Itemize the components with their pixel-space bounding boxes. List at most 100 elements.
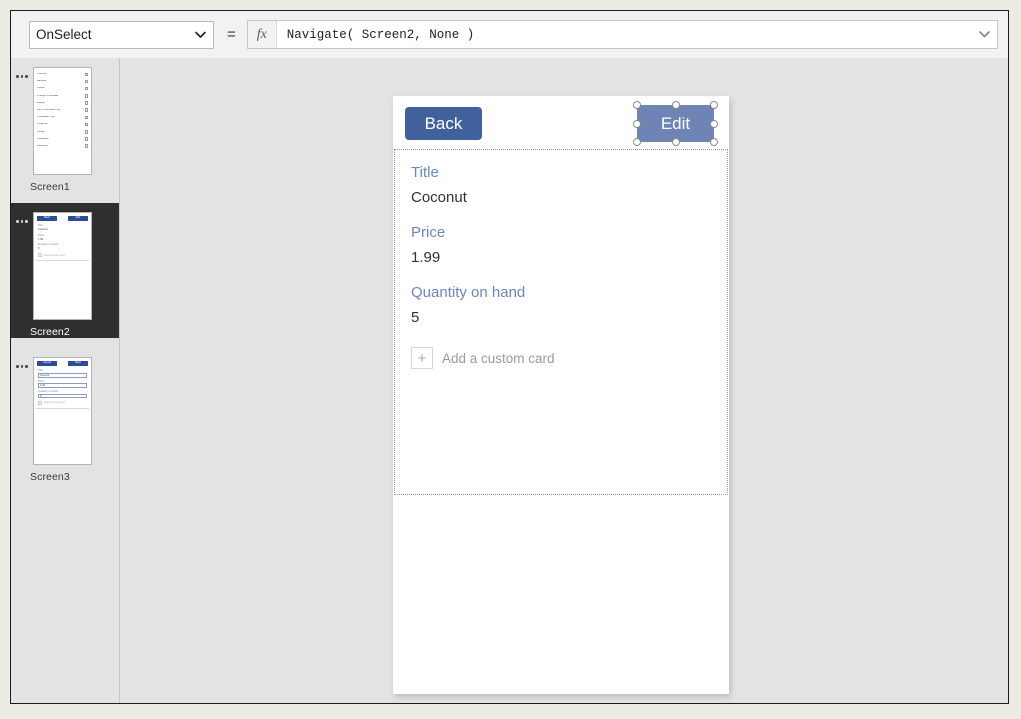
screen-thumbnail-screen3[interactable]: Cancel Save Title Coconut Price 1.99 Qua…: [33, 357, 92, 465]
screen-thumbnail-screen2[interactable]: Back Edit Title Coconut Price 1.99 Quant…: [33, 212, 92, 320]
property-select[interactable]: OnSelect: [29, 21, 214, 49]
back-button[interactable]: Back: [405, 107, 482, 140]
list-item: Mango: [37, 100, 89, 107]
chevron-right-icon: [85, 94, 89, 98]
thumbnail-gallery-list: Coconut Banana Coffee Orange Chocolate M…: [34, 68, 91, 149]
more-options-icon[interactable]: [11, 212, 33, 223]
thumbnail-header: Back Edit: [34, 213, 91, 221]
list-item: Chocolate Chip: [37, 114, 89, 121]
resize-handle-e[interactable]: [710, 120, 718, 128]
chevron-right-icon: [85, 108, 89, 112]
thumbnail-field-input: 5: [38, 394, 87, 399]
thumbnail-field-input: Coconut: [38, 373, 87, 378]
edit-button[interactable]: Edit: [637, 105, 714, 142]
field-label: Price: [411, 222, 711, 245]
chevron-right-icon: [85, 87, 89, 91]
phone-canvas[interactable]: Back Edit Title Coconut: [393, 96, 729, 694]
formula-input[interactable]: Navigate( Screen2, None ): [277, 21, 971, 48]
thumbnail-save-button: Save: [68, 361, 88, 366]
equals-sign: =: [227, 26, 236, 43]
thumbnail-add-card-label: Add a custom card: [44, 254, 65, 257]
screen-tree-item-screen2[interactable]: Back Edit Title Coconut Price 1.99 Quant…: [11, 203, 119, 338]
thumbnail-field-value: 1.99: [38, 238, 87, 242]
thumbnail-field-value: Coconut: [38, 228, 87, 232]
chevron-right-icon: [85, 101, 89, 105]
resize-handle-se[interactable]: [710, 138, 718, 146]
list-item: Banana: [37, 78, 89, 85]
add-custom-card-label: Add a custom card: [442, 351, 555, 366]
screen-label-screen3: Screen3: [30, 471, 119, 483]
list-item: Orange Chocolate: [37, 93, 89, 100]
edit-button-selection: Edit: [637, 105, 714, 142]
field-value: 1.99: [411, 247, 711, 270]
thumbnail-add-custom-card: + Add a custom card: [38, 253, 87, 257]
screen-label-screen2: Screen2: [30, 326, 119, 338]
chevron-right-icon: [85, 80, 89, 84]
screens-panel[interactable]: Coconut Banana Coffee Orange Chocolate M…: [11, 58, 120, 703]
plus-icon: +: [38, 401, 42, 405]
screen-tree-item-screen3[interactable]: Cancel Save Title Coconut Price 1.99 Qua…: [11, 348, 119, 483]
field-label: Title: [411, 162, 711, 185]
power-apps-window: OnSelect = fx Navigate( Screen2, None ): [10, 10, 1009, 704]
property-select-wrapper: OnSelect: [29, 21, 214, 49]
canvas-area[interactable]: Back Edit Title Coconut: [120, 58, 1008, 703]
screen-row: Back Edit Title Coconut Price 1.99 Quant…: [11, 212, 119, 320]
field-value: Coconut: [411, 187, 711, 210]
thumbnail-add-card-label: Add a custom card: [44, 401, 65, 404]
resize-handle-s[interactable]: [672, 138, 680, 146]
list-item: Blueberry: [37, 143, 89, 150]
more-options-icon[interactable]: [11, 357, 33, 368]
formula-expand-chevron-down-icon[interactable]: [971, 21, 997, 48]
thumbnail-field-input: 1.99: [38, 383, 87, 388]
list-item: Pistachio: [37, 121, 89, 128]
plus-icon: +: [38, 253, 42, 257]
list-item: Vanilla: [37, 129, 89, 136]
chevron-right-icon: [85, 116, 89, 120]
screen-header: Back Edit: [393, 96, 729, 149]
list-item: Mint Chocolate Chip: [37, 107, 89, 114]
chevron-right-icon: [85, 137, 89, 141]
screen-label-screen1: Screen1: [30, 181, 119, 193]
form-field-price[interactable]: Price 1.99: [395, 222, 727, 269]
resize-handle-sw[interactable]: [633, 138, 641, 146]
formula-bar: OnSelect = fx Navigate( Screen2, None ): [11, 11, 1008, 58]
more-options-icon[interactable]: [11, 67, 33, 78]
list-item: Coconut: [37, 71, 89, 78]
list-item: Coffee: [37, 85, 89, 92]
screen-thumbnail-screen1[interactable]: Coconut Banana Coffee Orange Chocolate M…: [33, 67, 92, 175]
thumbnail-add-custom-card: + Add a custom card: [38, 401, 87, 405]
thumbnail-cancel-button: Cancel: [37, 361, 57, 366]
thumbnail-field-value: 5: [38, 247, 87, 251]
thumbnail-back-button: Back: [37, 216, 57, 221]
resize-handle-ne[interactable]: [710, 101, 718, 109]
form-field-quantity-on-hand[interactable]: Quantity on hand 5: [395, 282, 727, 329]
thumbnail-header: Cancel Save: [34, 358, 91, 366]
plus-icon: +: [411, 347, 433, 369]
thumbnail-fields: Title Coconut Price 1.99 Quantity on han…: [34, 221, 91, 257]
fx-icon: fx: [248, 21, 277, 48]
add-custom-card-button[interactable]: + Add a custom card: [395, 342, 727, 369]
thumbnail-edit-form: Cancel Save Title Coconut Price 1.99 Qua…: [34, 358, 91, 409]
screen-tree-item-screen1[interactable]: Coconut Banana Coffee Orange Chocolate M…: [11, 58, 119, 193]
resize-handle-w[interactable]: [633, 120, 641, 128]
thumbnail-form-divider: [36, 260, 89, 261]
resize-handle-n[interactable]: [672, 101, 680, 109]
field-value: 5: [411, 307, 711, 330]
display-form[interactable]: Title Coconut Price 1.99 Quantity on han…: [394, 149, 728, 495]
chevron-right-icon: [85, 123, 89, 127]
screen-row: Cancel Save Title Coconut Price 1.99 Qua…: [11, 357, 119, 465]
form-field-title[interactable]: Title Coconut: [395, 162, 727, 209]
field-label: Quantity on hand: [411, 282, 711, 305]
list-item: Chocolate: [37, 136, 89, 143]
thumbnail-form-divider: [36, 408, 89, 409]
screen-row: Coconut Banana Coffee Orange Chocolate M…: [11, 67, 119, 175]
chevron-right-icon: [85, 73, 89, 77]
thumbnail-detail-form: Back Edit Title Coconut Price 1.99 Quant…: [34, 213, 91, 261]
chevron-right-icon: [85, 130, 89, 134]
screen-empty-area[interactable]: [393, 495, 729, 694]
resize-handle-nw[interactable]: [633, 101, 641, 109]
chevron-right-icon: [85, 144, 89, 148]
thumbnail-fields: Title Coconut Price 1.99 Quantity on han…: [34, 366, 91, 405]
formula-input-group: fx Navigate( Screen2, None ): [247, 20, 998, 49]
thumbnail-edit-button: Edit: [68, 216, 88, 221]
